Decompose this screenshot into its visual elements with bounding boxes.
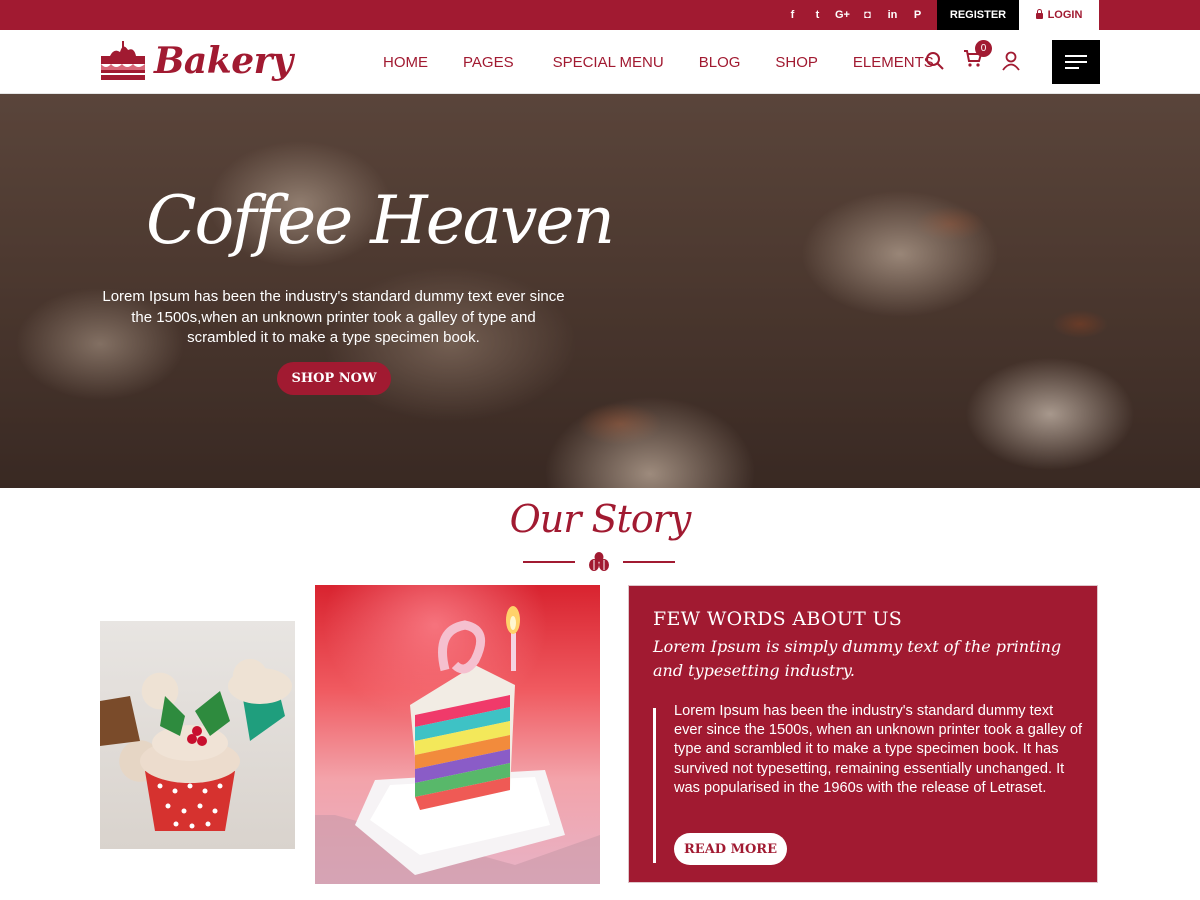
instagram-icon[interactable]: ◘ [855,6,880,24]
logo-text: Bakery [154,40,293,82]
coffee-beans-icon [589,552,609,571]
cupcakes-image [100,621,295,849]
nav-special-menu[interactable]: SPECIAL MENU [553,54,664,71]
hero-banner: Coffee Heaven Lorem Ipsum has been the i… [0,94,1200,488]
top-bar: f t G+ ◘ in P REGISTER LOGIN [0,0,1200,30]
twitter-icon[interactable]: t [805,6,830,24]
read-more-button[interactable]: READ MORE [674,833,787,865]
cart-count-badge: 0 [975,40,992,57]
cake-logo-icon [101,41,145,80]
story-title: Our Story [509,497,692,541]
quote-bar [653,708,656,863]
google-plus-icon[interactable]: G+ [830,6,855,24]
nav-shop[interactable]: SHOP [775,54,818,71]
nav-blog[interactable]: BLOG [699,54,741,71]
lock-icon [1035,9,1043,19]
nav-elements[interactable]: ELEMENTS [853,54,934,71]
about-subheading: Lorem Ipsum is simply dummy text of the … [653,637,1062,680]
user-icon[interactable] [1001,51,1021,71]
read-more-label: READ MORE [683,841,778,857]
logo[interactable]: Bakery [100,38,293,84]
hero-text: Lorem Ipsum has been the industry's stan… [102,288,565,346]
about-body-text: Lorem Ipsum has been the industry's stan… [674,703,1083,796]
search-icon[interactable] [925,51,945,71]
menu-toggle-button[interactable] [1052,40,1100,84]
login-button[interactable]: LOGIN [1019,0,1099,30]
about-us-panel: FEW WORDS ABOUT US Lorem Ipsum is simply… [628,585,1098,883]
login-label: LOGIN [1047,9,1083,21]
cart-button[interactable]: 0 [963,40,992,73]
linkedin-icon[interactable]: in [880,6,905,24]
header-icons: 0 [925,40,1021,73]
nav-home[interactable]: HOME [383,54,428,71]
register-label: REGISTER [949,9,1007,21]
nav-pages[interactable]: PAGES [463,54,514,71]
hamburger-icon [1065,55,1087,57]
pinterest-icon[interactable]: P [905,6,930,24]
facebook-icon[interactable]: f [780,6,805,24]
site-header: Bakery HOME PAGES SPECIAL MENU BLOG SHOP… [0,30,1200,94]
story-divider [523,552,675,572]
rainbow-cake-image [315,585,600,884]
register-button[interactable]: REGISTER [937,0,1019,30]
shop-now-label: SHOP NOW [291,371,377,386]
main-nav: HOME PAGES SPECIAL MENU BLOG SHOP ELEMEN… [383,30,934,94]
hero-title: Coffee Heaven [146,182,615,259]
about-heading: FEW WORDS ABOUT US [653,608,903,630]
social-links: f t G+ ◘ in P [780,6,930,24]
shop-now-button[interactable]: SHOP NOW [277,362,391,395]
